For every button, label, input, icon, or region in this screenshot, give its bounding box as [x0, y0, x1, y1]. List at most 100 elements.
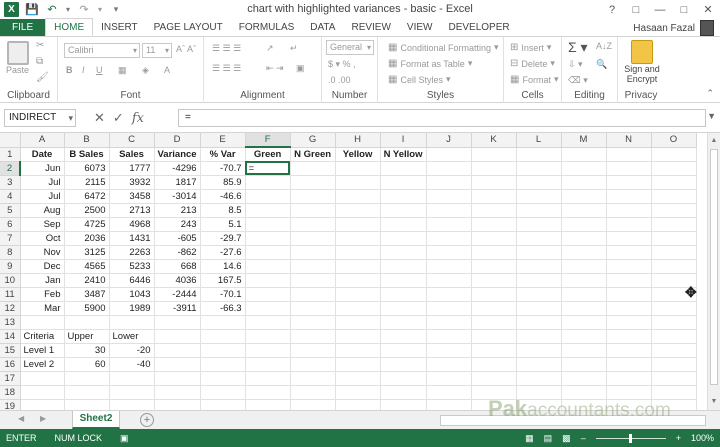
cell-n13[interactable] — [606, 315, 652, 330]
autosum-icon[interactable]: Σ ▾ — [568, 39, 588, 56]
cell-l6[interactable] — [516, 217, 562, 232]
format-as-table-button[interactable]: ▦ Format as Table ▾ — [388, 58, 472, 69]
cell-g6[interactable] — [290, 217, 336, 232]
cell-o7[interactable] — [651, 231, 697, 246]
cell-i16[interactable] — [380, 357, 427, 372]
cell-m4[interactable] — [561, 189, 607, 204]
indent-icon[interactable]: ⇤ ⇥ — [266, 63, 284, 74]
user-account[interactable]: Hasaan Fazal — [633, 19, 714, 37]
formula-input[interactable]: = — [178, 109, 706, 127]
insert-function-icon[interactable]: fx — [132, 111, 144, 126]
cell-a16[interactable]: Level 2 — [20, 357, 65, 372]
cell-m5[interactable] — [561, 203, 607, 218]
cell-l8[interactable] — [516, 245, 562, 260]
cell-d5[interactable]: 213 — [154, 203, 201, 218]
cell-j18[interactable] — [426, 385, 472, 400]
cell-f15[interactable] — [245, 343, 291, 358]
cell-k9[interactable] — [471, 259, 517, 274]
cell-c4[interactable]: 3458 — [109, 189, 155, 204]
cell-o15[interactable] — [651, 343, 697, 358]
cell-f4[interactable] — [245, 189, 291, 204]
cell-g19[interactable] — [290, 399, 336, 410]
cell-h15[interactable] — [335, 343, 381, 358]
name-box[interactable]: INDIRECT — [4, 109, 76, 127]
cell-h12[interactable] — [335, 301, 381, 316]
cell-e8[interactable]: -27.6 — [200, 245, 246, 260]
row-header[interactable]: 10 — [0, 273, 21, 288]
cell-l13[interactable] — [516, 315, 562, 330]
cell-h11[interactable] — [335, 287, 381, 302]
cell-b14[interactable]: Upper — [64, 329, 110, 344]
cell-e6[interactable]: 5.1 — [200, 217, 246, 232]
cell-c8[interactable]: 2263 — [109, 245, 155, 260]
cell-l9[interactable] — [516, 259, 562, 274]
cell-d17[interactable] — [154, 371, 201, 386]
zoom-knob[interactable] — [628, 433, 632, 443]
cell-f8[interactable] — [245, 245, 291, 260]
cell-o2[interactable] — [651, 161, 697, 176]
cell-k11[interactable] — [471, 287, 517, 302]
cell-k14[interactable] — [471, 329, 517, 344]
delete-cells-button[interactable]: ⊟ Delete ▾ — [510, 58, 555, 69]
cell-g4[interactable] — [290, 189, 336, 204]
cell-d3[interactable]: 1817 — [154, 175, 201, 190]
cell-c7[interactable]: 1431 — [109, 231, 155, 246]
cell-i19[interactable] — [380, 399, 427, 410]
cell-f7[interactable] — [245, 231, 291, 246]
cell-b15[interactable]: 30 — [64, 343, 110, 358]
column-header-n[interactable]: N — [606, 133, 652, 148]
cell-f2[interactable]: = — [245, 161, 291, 176]
cell-m9[interactable] — [561, 259, 607, 274]
spreadsheet-table[interactable]: ABCDEFGHIJKLMNO 1 Date B Sales Sales Varianc… — [0, 133, 697, 410]
cell-k12[interactable] — [471, 301, 517, 316]
row-header[interactable]: 15 — [0, 343, 21, 358]
cell-b10[interactable]: 2410 — [64, 273, 110, 288]
cell-d8[interactable]: -862 — [154, 245, 201, 260]
cell-e1[interactable]: % Var — [200, 147, 246, 162]
cell-d13[interactable] — [154, 315, 201, 330]
cell-h10[interactable] — [335, 273, 381, 288]
copy-icon[interactable]: ⧉ — [36, 56, 43, 67]
cell-b1[interactable]: B Sales — [64, 147, 110, 162]
cell-c10[interactable]: 6446 — [109, 273, 155, 288]
cell-c2[interactable]: 1777 — [109, 161, 155, 176]
format-cells-button[interactable]: ▦ Format ▾ — [510, 74, 559, 85]
cell-d9[interactable]: 668 — [154, 259, 201, 274]
cell-l5[interactable] — [516, 203, 562, 218]
cell-e2[interactable]: -70.7 — [200, 161, 246, 176]
wrap-text-icon[interactable]: ↵ — [290, 43, 298, 54]
cell-styles-button[interactable]: ▦ Cell Styles ▾ — [388, 74, 451, 85]
cell-a11[interactable]: Feb — [20, 287, 65, 302]
number-format-select[interactable]: General — [326, 40, 374, 55]
row-header[interactable]: 17 — [0, 371, 21, 386]
sign-encrypt-button[interactable]: Sign and Encrypt — [622, 40, 662, 84]
fill-color-icon[interactable]: ◈ — [142, 65, 149, 76]
cell-k5[interactable] — [471, 203, 517, 218]
cell-e13[interactable] — [200, 315, 246, 330]
fill-icon[interactable]: ⇩ ▾ — [568, 59, 583, 70]
cell-a4[interactable]: Jul — [20, 189, 65, 204]
tab-review[interactable]: REVIEW — [343, 19, 398, 36]
cell-n5[interactable] — [606, 203, 652, 218]
cell-e18[interactable] — [200, 385, 246, 400]
cell-m14[interactable] — [561, 329, 607, 344]
column-header-j[interactable]: J — [426, 133, 472, 148]
format-painter-icon[interactable]: 🖌 — [36, 72, 49, 83]
top-align-icon[interactable]: ☰ ☰ ☰ — [212, 43, 241, 54]
cell-k17[interactable] — [471, 371, 517, 386]
maximize-icon[interactable]: □ — [672, 0, 696, 19]
row-header[interactable]: 5 — [0, 203, 21, 218]
cell-k4[interactable] — [471, 189, 517, 204]
cell-f17[interactable] — [245, 371, 291, 386]
sheet-tab-sheet2[interactable]: Sheet2 — [72, 411, 120, 429]
worksheet-grid[interactable]: ABCDEFGHIJKLMNO 1 Date B Sales Sales Varianc… — [0, 133, 707, 410]
cell-f5[interactable] — [245, 203, 291, 218]
cell-o14[interactable] — [651, 329, 697, 344]
cell-h6[interactable] — [335, 217, 381, 232]
column-header-g[interactable]: G — [290, 133, 336, 148]
cell-a7[interactable]: Oct — [20, 231, 65, 246]
cell-m2[interactable] — [561, 161, 607, 176]
cell-m17[interactable] — [561, 371, 607, 386]
ribbon-display-icon[interactable]: □ — [624, 0, 648, 19]
save-icon[interactable]: 💾 — [25, 3, 39, 17]
